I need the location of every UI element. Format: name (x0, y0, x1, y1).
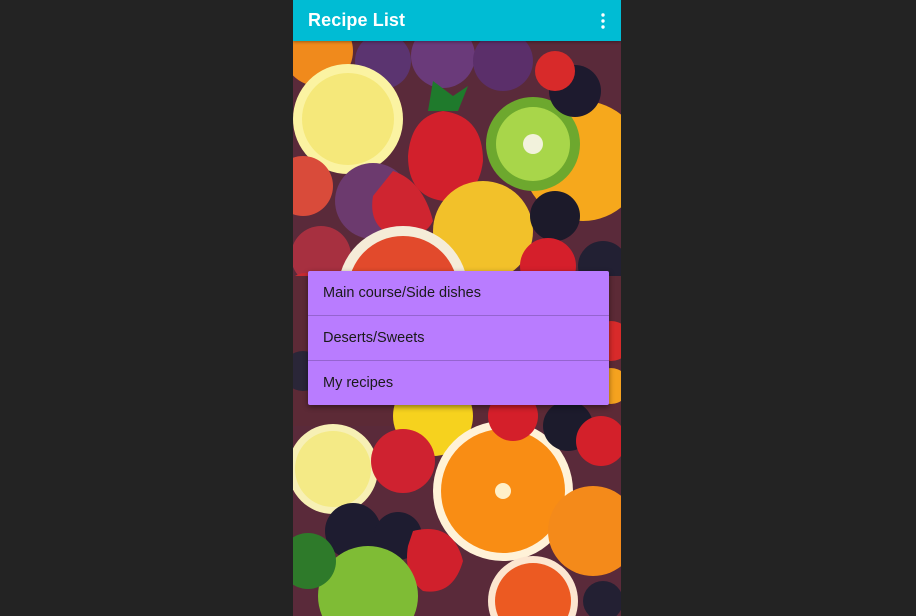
category-menu: Main course/Side dishes Deserts/Sweets M… (308, 271, 609, 405)
menu-item-my-recipes[interactable]: My recipes (308, 361, 609, 405)
menu-item-main-course[interactable]: Main course/Side dishes (308, 271, 609, 316)
app-bar: Recipe List (293, 0, 621, 41)
more-vert-icon[interactable] (591, 0, 615, 41)
menu-item-deserts[interactable]: Deserts/Sweets (308, 316, 609, 361)
phone-frame: Recipe List Main course/Side dishes Dese… (293, 0, 621, 616)
screen: Recipe List Main course/Side dishes Dese… (0, 0, 916, 616)
app-title: Recipe List (308, 10, 406, 30)
